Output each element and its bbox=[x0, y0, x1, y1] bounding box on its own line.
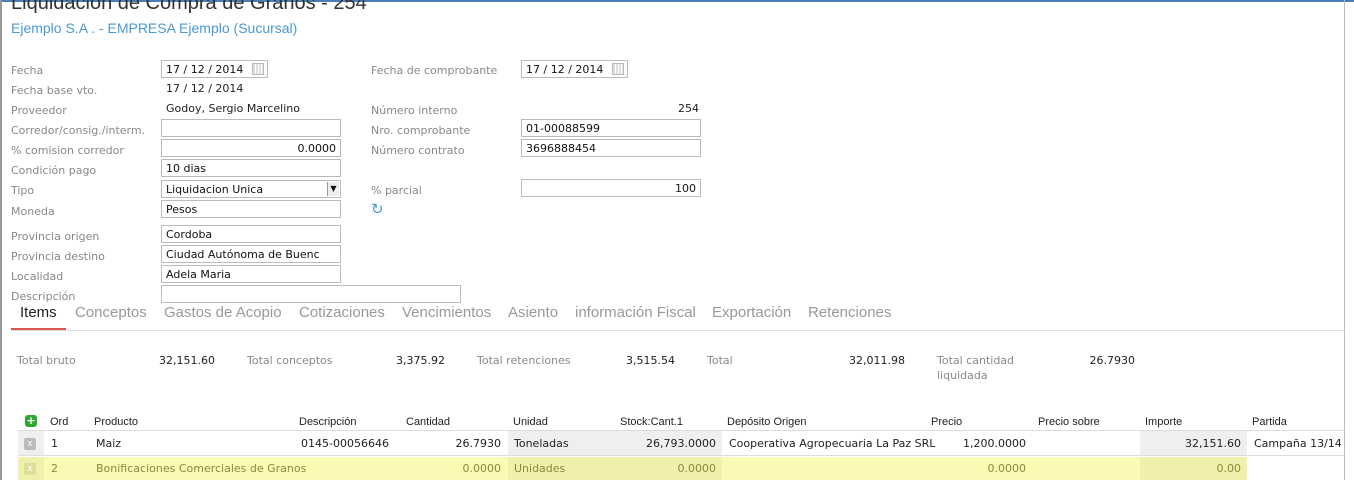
fecha-comp-label: Fecha de comprobante bbox=[371, 64, 498, 77]
num-contrato-field[interactable]: 3696888454 bbox=[521, 139, 701, 157]
chevron-down-icon[interactable]: ▼ bbox=[327, 182, 339, 196]
tab-retenciones[interactable]: Retenciones bbox=[808, 304, 891, 330]
col-descripcion: Descripción bbox=[299, 416, 357, 428]
parcial-field[interactable]: 100 bbox=[521, 179, 701, 197]
fecha-base-value: 17 / 12 / 2014 bbox=[166, 82, 244, 95]
fecha-comp-field[interactable]: 17 / 12 / 2014 bbox=[521, 60, 628, 78]
total-cantidad-value: 26.7930 bbox=[1089, 354, 1136, 367]
localidad-field[interactable]: Adela Maria bbox=[161, 265, 341, 283]
moneda-label: Moneda bbox=[11, 205, 55, 218]
tab-conceptos[interactable]: Conceptos bbox=[75, 304, 147, 330]
descripcion-field[interactable] bbox=[161, 285, 461, 303]
num-contrato-label: Número contrato bbox=[371, 144, 465, 157]
descripcion-label: Descripción bbox=[11, 290, 76, 303]
comision-label: % comision corredor bbox=[11, 144, 124, 157]
calendar-icon[interactable] bbox=[612, 63, 624, 75]
num-interno-value: 254 bbox=[678, 102, 699, 115]
cell-precio[interactable]: 1,200.0000 bbox=[928, 431, 1026, 455]
delete-row-icon[interactable]: x bbox=[24, 438, 36, 450]
proveedor-label: Proveedor bbox=[11, 104, 67, 117]
localidad-label: Localidad bbox=[11, 270, 64, 283]
tab-asiento[interactable]: Asiento bbox=[508, 304, 558, 330]
moneda-field[interactable]: Pesos bbox=[161, 200, 341, 218]
refresh-icon[interactable]: ↻ bbox=[371, 200, 384, 218]
nro-comp-field[interactable]: 01-00088599 bbox=[521, 119, 701, 137]
col-stock: Stock:Cant.1 bbox=[620, 416, 683, 428]
cell-ord: 1 bbox=[51, 437, 58, 450]
cell-cantidad[interactable]: 0.0000 bbox=[403, 457, 502, 480]
tab-informacion-fiscal[interactable]: información Fiscal bbox=[575, 304, 696, 330]
tipo-label: Tipo bbox=[11, 184, 35, 197]
col-cantidad: Cantidad bbox=[406, 416, 451, 428]
total-retenciones-label: Total retenciones bbox=[477, 354, 571, 367]
tipo-select[interactable]: Liquidacion Unica ▼ bbox=[161, 180, 341, 198]
prov-destino-label: Provincia destino bbox=[11, 250, 105, 263]
total-label: Total bbox=[707, 354, 733, 367]
col-unidad: Unidad bbox=[513, 416, 548, 428]
delete-cell: x bbox=[18, 431, 44, 455]
total-retenciones-value: 3,515.54 bbox=[626, 354, 675, 367]
prov-origen-label: Provincia origen bbox=[11, 230, 100, 243]
scrollbar-edge bbox=[1344, 0, 1345, 480]
page-title: Liquidación de Compra de Granos - 254 bbox=[11, 0, 367, 14]
cell-deposito[interactable]: Cooperativa Agropecuaria La Paz SRL bbox=[729, 431, 935, 455]
cell-stock: 0.0000 bbox=[677, 462, 717, 475]
total-conceptos-value: 3,375.92 bbox=[396, 354, 445, 367]
fecha-comp-value: 17 / 12 / 2014 bbox=[526, 63, 604, 76]
total-bruto-label: Total bruto bbox=[17, 354, 76, 367]
tab-items[interactable]: Items bbox=[11, 304, 66, 330]
cell-precio[interactable]: 0.0000 bbox=[928, 457, 1027, 480]
col-ord: Ord bbox=[50, 416, 69, 428]
cell-producto[interactable]: Maiz bbox=[96, 431, 121, 455]
corredor-field[interactable] bbox=[161, 119, 341, 137]
nro-comp-label: Nro. comprobante bbox=[371, 124, 471, 137]
cell-descripcion[interactable]: 0145-00056646 bbox=[301, 431, 389, 455]
cell-producto[interactable]: Bonificaciones Comerciales de Granos bbox=[96, 457, 306, 480]
parcial-label: % parcial bbox=[371, 184, 422, 197]
cell-cantidad[interactable]: 26.7930 bbox=[403, 431, 502, 455]
num-interno-label: Número interno bbox=[371, 104, 458, 117]
calendar-icon[interactable] bbox=[252, 63, 264, 75]
tab-gastos-acopio[interactable]: Gastos de Acopio bbox=[164, 304, 282, 330]
add-row-icon[interactable]: + bbox=[25, 415, 37, 427]
cell-importe: 0.00 bbox=[1140, 457, 1247, 480]
left-border bbox=[0, 0, 2, 480]
tab-bar: Items Conceptos Gastos de Acopio Cotizac… bbox=[11, 304, 1346, 331]
table-row[interactable]: x 2 Bonificaciones Comerciales de Granos… bbox=[18, 457, 1247, 480]
tipo-value: Liquidacion Unica bbox=[166, 183, 264, 196]
fecha-label: Fecha bbox=[11, 64, 44, 77]
delete-row-icon[interactable]: x bbox=[24, 463, 36, 475]
prov-origen-field[interactable]: Cordoba bbox=[161, 225, 341, 243]
cell-ord: 2 bbox=[51, 462, 58, 475]
fecha-base-label: Fecha base vto. bbox=[11, 84, 98, 97]
company-subtitle: Ejemplo S.A . - EMPRESA Ejemplo (Sucursa… bbox=[11, 20, 298, 36]
tab-exportacion[interactable]: Exportación bbox=[712, 304, 791, 330]
col-producto: Producto bbox=[94, 416, 139, 428]
proveedor-value: Godoy, Sergio Marcelino bbox=[166, 102, 300, 115]
condicion-label: Condición pago bbox=[11, 164, 97, 177]
cell-importe: 32,151.60 bbox=[1140, 431, 1247, 455]
total-conceptos-label: Total conceptos bbox=[247, 354, 333, 367]
col-precio-sobre: Precio sobre bbox=[1038, 416, 1100, 428]
condicion-field[interactable]: 10 dias bbox=[161, 159, 341, 177]
col-partida: Partida bbox=[1252, 416, 1287, 428]
cell-partida[interactable]: Campaña 13/14 bbox=[1254, 431, 1342, 455]
table-row[interactable]: x 1 Maiz 0145-00056646 26.7930 Toneladas… bbox=[18, 430, 1346, 456]
delete-cell: x bbox=[18, 457, 44, 480]
col-deposito: Depósito Origen bbox=[727, 416, 807, 428]
col-importe: Importe bbox=[1145, 416, 1183, 428]
fecha-field[interactable]: 17 / 12 / 2014 bbox=[161, 60, 268, 78]
comision-field[interactable]: 0.0000 bbox=[161, 139, 341, 157]
fecha-value: 17 / 12 / 2014 bbox=[166, 63, 244, 76]
tab-vencimientos[interactable]: Vencimientos bbox=[402, 304, 491, 330]
col-precio: Precio bbox=[931, 416, 963, 428]
total-bruto-value: 32,151.60 bbox=[159, 354, 215, 367]
prov-destino-field[interactable]: Ciudad Autónoma de Buenc bbox=[161, 245, 341, 263]
corredor-label: Corredor/consig./interm. bbox=[11, 124, 146, 137]
tab-cotizaciones[interactable]: Cotizaciones bbox=[299, 304, 385, 330]
cell-stock: 26,793.0000 bbox=[646, 437, 716, 450]
total-value: 32,011.98 bbox=[849, 354, 905, 367]
total-cantidad-label: Total cantidad liquidada bbox=[937, 354, 1015, 382]
